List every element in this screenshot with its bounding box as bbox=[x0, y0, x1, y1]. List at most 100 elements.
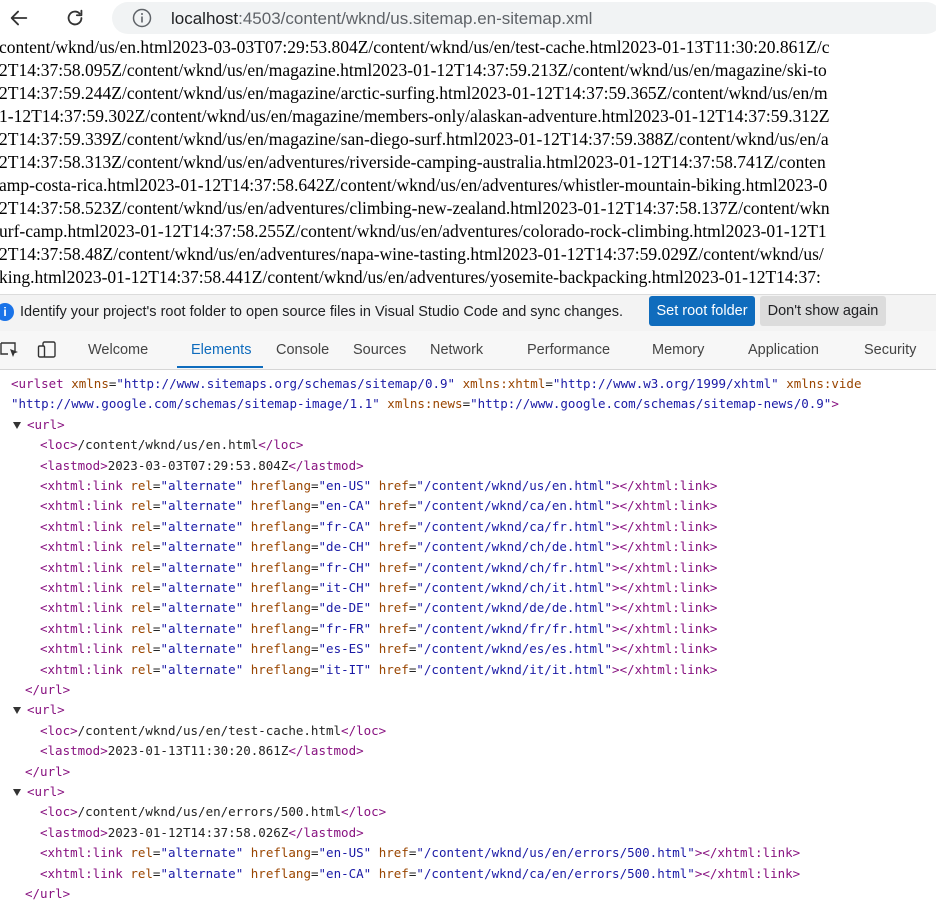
xml-lastmod[interactable]: <lastmod>2023-01-13T11:30:20.861Z</lastm… bbox=[40, 741, 364, 761]
tab-console[interactable]: Console bbox=[276, 342, 329, 358]
xml-xhtml-link[interactable]: <xhtml:link rel="alternate" hreflang="fr… bbox=[40, 517, 717, 537]
reload-button[interactable] bbox=[60, 3, 90, 33]
xml-url-close[interactable]: </url> bbox=[25, 680, 70, 700]
tag-name: </loc> bbox=[341, 722, 387, 738]
attr-value: "en-CA" bbox=[318, 498, 372, 514]
elements-tree: <urlset xmlns = "http://www.sitemaps.org/s… bbox=[0, 370, 936, 903]
tab-performance[interactable]: Performance bbox=[527, 342, 610, 358]
xml-lastmod[interactable]: <lastmod>2023-03-03T07:29:53.804Z</lastm… bbox=[40, 456, 364, 476]
xml-url-open[interactable]: <url> bbox=[27, 700, 65, 720]
xml-xhtml-link[interactable]: <xhtml:link rel="alternate" hreflang="en… bbox=[40, 864, 800, 884]
attr-value: "http://www.google.com/schemas/sitemap-n… bbox=[470, 396, 832, 412]
device-emulation-icon[interactable] bbox=[37, 340, 57, 360]
back-button[interactable] bbox=[4, 3, 34, 33]
attr-value: "alternate" bbox=[160, 845, 244, 861]
tag-name: <lastmod> bbox=[40, 743, 108, 759]
attr-name: rel bbox=[130, 539, 153, 555]
attr-value: "alternate" bbox=[160, 498, 244, 514]
equals: = bbox=[310, 865, 319, 881]
xml-urlset-open-cont[interactable]: "http://www.google.com/schemas/sitemap-i… bbox=[11, 394, 839, 414]
sitemap-text-line: urf-camp.html2023-01-12T14:37:58.255Z/co… bbox=[0, 221, 827, 241]
xml-url-close[interactable]: </url> bbox=[25, 884, 70, 903]
xml-url-open[interactable]: <url> bbox=[27, 415, 65, 435]
attr-name: hreflang bbox=[250, 478, 311, 493]
set-root-folder-button[interactable]: Set root folder bbox=[649, 296, 755, 326]
tag-name: </loc> bbox=[341, 804, 387, 820]
xml-url-close[interactable]: </url> bbox=[25, 762, 70, 782]
sitemap-text-line: content/wknd/us/en.html2023-03-03T07:29:… bbox=[0, 37, 830, 57]
xml-loc[interactable]: <loc>/content/wknd/us/en/errors/500.html… bbox=[40, 802, 386, 822]
address-bar[interactable]: localhost:4503/content/wknd/us.sitemap.e… bbox=[112, 2, 936, 34]
xml-xhtml-link[interactable]: <xhtml:link rel="alternate" hreflang="en… bbox=[40, 476, 717, 496]
site-info-icon[interactable] bbox=[132, 8, 152, 28]
equals: = bbox=[310, 478, 319, 493]
dont-show-again-button[interactable]: Don't show again bbox=[760, 296, 886, 326]
sitemap-text-line: 2T14:37:59.244Z/content/wknd/us/en/magaz… bbox=[0, 83, 828, 103]
attr-value: "/content/wknd/es/es.html" bbox=[416, 641, 613, 657]
lastmod-text: 2023-01-13T11:30:20.861Z bbox=[107, 743, 289, 759]
xml-xhtml-link[interactable]: <xhtml:link rel="alternate" hreflang="it… bbox=[40, 660, 717, 680]
attr-name: href bbox=[378, 518, 409, 534]
attr-name: href bbox=[378, 539, 409, 555]
equals: = bbox=[310, 498, 319, 514]
xml-xhtml-link[interactable]: <xhtml:link rel="alternate" hreflang="de… bbox=[40, 537, 717, 557]
attr-value: "fr-FR" bbox=[318, 620, 372, 636]
attr-name: href bbox=[378, 600, 409, 616]
xml-xhtml-link[interactable]: <xhtml:link rel="alternate" hreflang="it… bbox=[40, 578, 717, 598]
xml-xhtml-link[interactable]: <xhtml:link rel="alternate" hreflang="es… bbox=[40, 639, 717, 659]
browser-toolbar: localhost:4503/content/wknd/us.sitemap.e… bbox=[0, 0, 936, 36]
expand-triangle-icon[interactable] bbox=[13, 789, 21, 796]
tag-name: <xhtml:link bbox=[40, 865, 123, 881]
attr-value: "alternate" bbox=[160, 600, 244, 616]
expand-triangle-icon[interactable] bbox=[13, 421, 21, 429]
attr-name: rel bbox=[130, 498, 153, 514]
attr-value: "/content/wknd/us/en.html" bbox=[416, 478, 613, 493]
xml-xhtml-link[interactable]: <xhtml:link rel="alternate" hreflang="en… bbox=[40, 496, 717, 516]
attr-value: "/content/wknd/de/de.html" bbox=[416, 600, 613, 616]
attr-name: href bbox=[378, 498, 409, 514]
xml-lastmod[interactable]: <lastmod>2023-01-12T14:37:58.026Z</lastm… bbox=[40, 823, 364, 843]
tag-name: <xhtml:link bbox=[40, 620, 123, 636]
tab-security[interactable]: Security bbox=[864, 342, 916, 358]
expand-triangle-icon[interactable] bbox=[13, 707, 21, 715]
xml-urlset-open[interactable]: <urlset xmlns = "http://www.sitemaps.org/s… bbox=[11, 374, 861, 394]
xml-url-open[interactable]: <url> bbox=[27, 782, 65, 802]
tab-network[interactable]: Network bbox=[430, 342, 483, 358]
tag-name: </url> bbox=[25, 763, 71, 779]
tab-elements[interactable]: Elements bbox=[191, 342, 251, 358]
attr-name: href bbox=[378, 478, 409, 493]
tab-sources[interactable]: Sources bbox=[353, 342, 406, 358]
xml-loc[interactable]: <loc>/content/wknd/us/en/test-cache.html… bbox=[40, 721, 386, 741]
tab-welcome[interactable]: Welcome bbox=[88, 342, 148, 358]
xml-xhtml-link[interactable]: <xhtml:link rel="alternate" hreflang="en… bbox=[40, 843, 800, 863]
attr-value: "en-US" bbox=[318, 845, 372, 861]
attr-name: rel bbox=[130, 865, 153, 881]
tag-name: ></xhtml:link> bbox=[612, 498, 718, 514]
attr-name: rel bbox=[130, 518, 153, 534]
attr-value: "alternate" bbox=[160, 641, 244, 657]
attr-value: "http://www.w3.org/1999/xhtml" bbox=[552, 376, 779, 391]
tab-application[interactable]: Application bbox=[748, 342, 819, 358]
attr-name: href bbox=[378, 661, 409, 677]
xml-xhtml-link[interactable]: <xhtml:link rel="alternate" hreflang="fr… bbox=[40, 619, 717, 639]
xml-xhtml-link[interactable]: <xhtml:link rel="alternate" hreflang="de… bbox=[40, 598, 717, 618]
attr-value: "alternate" bbox=[160, 478, 244, 493]
equals: = bbox=[462, 396, 471, 412]
xml-loc[interactable]: <loc>/content/wknd/us/en.html</loc> bbox=[40, 435, 303, 455]
attr-name: hreflang bbox=[250, 580, 311, 595]
active-tab-indicator bbox=[177, 366, 263, 368]
inspect-element-icon[interactable] bbox=[0, 340, 20, 360]
equals: = bbox=[310, 845, 319, 861]
tab-memory[interactable]: Memory bbox=[652, 342, 704, 358]
attr-value: "de-CH" bbox=[318, 539, 372, 555]
arrow-left-icon bbox=[10, 10, 28, 26]
xml-xhtml-link[interactable]: <xhtml:link rel="alternate" hreflang="fr… bbox=[40, 558, 717, 578]
attr-name: rel bbox=[130, 620, 153, 636]
attr-value: "alternate" bbox=[160, 518, 244, 534]
tag-name: </lastmod> bbox=[288, 457, 364, 473]
